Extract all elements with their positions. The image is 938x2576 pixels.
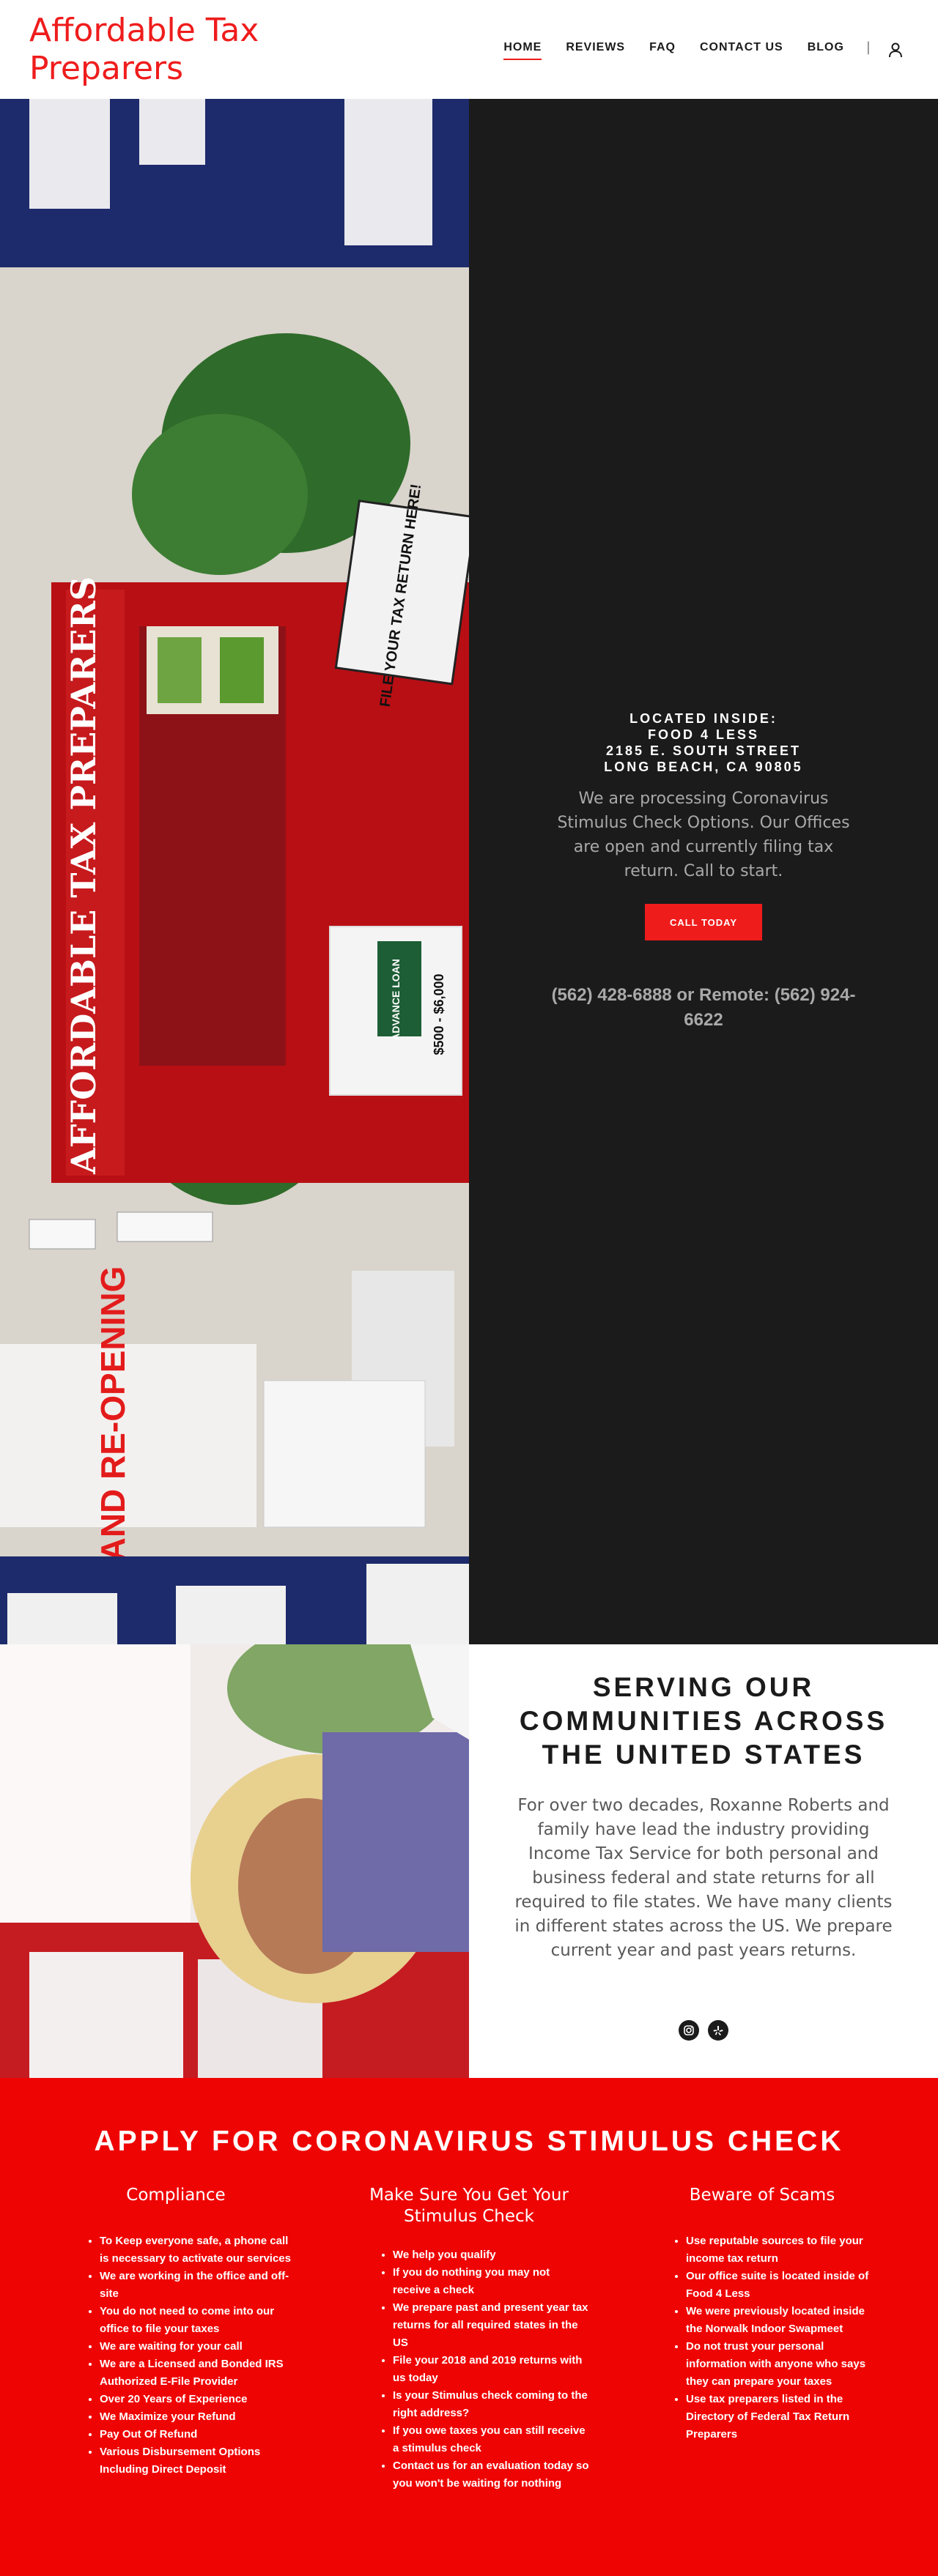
nav-reviews[interactable]: REVIEWS — [566, 41, 625, 59]
list-item: Use reputable sources to file your incom… — [686, 2232, 884, 2268]
hero-info-panel: LOCATED INSIDE: FOOD 4 LESS 2185 E. SOUT… — [469, 99, 938, 1644]
list-item: You do not need to come into our office … — [100, 2303, 298, 2338]
stimulus-columns: Compliance To Keep everyone safe, a phon… — [0, 2185, 938, 2493]
location-line-2: FOOD 4 LESS — [647, 727, 759, 742]
serving-content: SERVING OUR COMMUNITIES ACROSS THE UNITE… — [469, 1644, 938, 2078]
sign-affordable-tax-preparers: AFFORDABLE TAX PREPARERS — [64, 576, 103, 1175]
list-item: Is your Stimulus check coming to the rig… — [393, 2387, 591, 2422]
serving-section: SERVING OUR COMMUNITIES ACROSS THE UNITE… — [0, 1644, 938, 2078]
list-item: We are waiting for your call — [100, 2338, 298, 2356]
list-item: We are working in the office and off-sit… — [100, 2268, 298, 2303]
location-line-3: 2185 E. SOUTH STREET — [605, 743, 802, 758]
list-item: We help you qualify — [393, 2246, 591, 2264]
site-header: Affordable Tax Preparers HOME REVIEWS FA… — [0, 0, 938, 99]
list-item: Pay Out Of Refund — [100, 2426, 298, 2443]
sign-advance-loan: ADVANCE LOAN — [390, 959, 402, 1041]
storefront-photo: AFFORDABLE TAX PREPARERS FILE YOUR TAX R… — [0, 99, 469, 1644]
nav-separator: | — [865, 40, 871, 55]
stimulus-check-column: Make Sure You Get Your Stimulus Check We… — [337, 2185, 601, 2493]
list-item: To Keep everyone safe, a phone call is n… — [100, 2232, 298, 2268]
compliance-heading: Compliance — [126, 2186, 226, 2205]
list-item: Various Disbursement Options Including D… — [100, 2443, 298, 2479]
owner-photo — [0, 1644, 469, 2078]
list-item: File your 2018 and 2019 returns with us … — [393, 2352, 591, 2387]
list-item: Our office suite is located inside of Fo… — [686, 2268, 884, 2303]
list-item: We were previously located inside the No… — [686, 2303, 884, 2338]
phone-numbers[interactable]: (562) 428-6888 or Remote: (562) 924-6622 — [550, 983, 857, 1033]
scams-heading: Beware of Scams — [689, 2186, 835, 2205]
list-item: We are a Licensed and Bonded IRS Authori… — [100, 2356, 298, 2391]
stimulus-check-heading: Make Sure You Get Your Stimulus Check — [369, 2186, 569, 2226]
compliance-column: Compliance To Keep everyone safe, a phon… — [44, 2185, 308, 2493]
serving-body: For over two decades, Roxanne Roberts an… — [514, 1796, 893, 1960]
user-icon[interactable] — [888, 42, 903, 58]
location-line-1: LOCATED INSIDE: — [629, 711, 778, 726]
list-item: Use tax preparers listed in the Director… — [686, 2391, 884, 2443]
stimulus-check-list: We help you qualify If you do nothing yo… — [393, 2246, 591, 2493]
scams-column: Beware of Scams Use reputable sources to… — [630, 2185, 894, 2493]
nav-contact-us[interactable]: CONTACT US — [700, 41, 783, 59]
sign-loan-amount: $500 - $6,000 — [432, 973, 446, 1055]
nav-home[interactable]: HOME — [503, 41, 542, 60]
list-item: Over 20 Years of Experience — [100, 2391, 298, 2408]
nav-blog[interactable]: BLOG — [808, 41, 844, 59]
yelp-icon[interactable] — [708, 2020, 728, 2041]
serving-title: SERVING OUR COMMUNITIES ACROSS THE UNITE… — [519, 1672, 888, 1770]
list-item: Do not trust your personal information w… — [686, 2338, 884, 2391]
stimulus-title: APPLY FOR CORONAVIRUS STIMULUS CHECK — [94, 2126, 844, 2157]
stimulus-section: APPLY FOR CORONAVIRUS STIMULUS CHECK Com… — [0, 2078, 938, 2576]
location-block: LOCATED INSIDE: FOOD 4 LESS 2185 E. SOUT… — [604, 710, 802, 775]
call-today-button[interactable]: CALL TODAY — [645, 904, 762, 940]
list-item: We Maximize your Refund — [100, 2408, 298, 2426]
hero-section: AFFORDABLE TAX PREPARERS FILE YOUR TAX R… — [0, 99, 938, 1644]
location-line-4: LONG BEACH, CA 90805 — [604, 760, 803, 774]
main-nav: HOME REVIEWS FAQ CONTACT US BLOG | — [479, 40, 903, 60]
social-links — [679, 2020, 728, 2041]
site-brand[interactable]: Affordable Tax Preparers — [29, 12, 337, 88]
scams-list: Use reputable sources to file your incom… — [686, 2232, 884, 2443]
hero-lede: We are processing Coronavirus Stimulus C… — [557, 790, 850, 880]
compliance-list: To Keep everyone safe, a phone call is n… — [100, 2232, 298, 2479]
nav-faq[interactable]: FAQ — [649, 41, 676, 59]
list-item: If you owe taxes you can still receive a… — [393, 2422, 591, 2457]
list-item: We prepare past and present year tax ret… — [393, 2299, 591, 2352]
list-item: If you do nothing you may not receive a … — [393, 2264, 591, 2299]
instagram-icon[interactable] — [679, 2020, 699, 2041]
list-item: Contact us for an evaluation today so yo… — [393, 2457, 591, 2493]
